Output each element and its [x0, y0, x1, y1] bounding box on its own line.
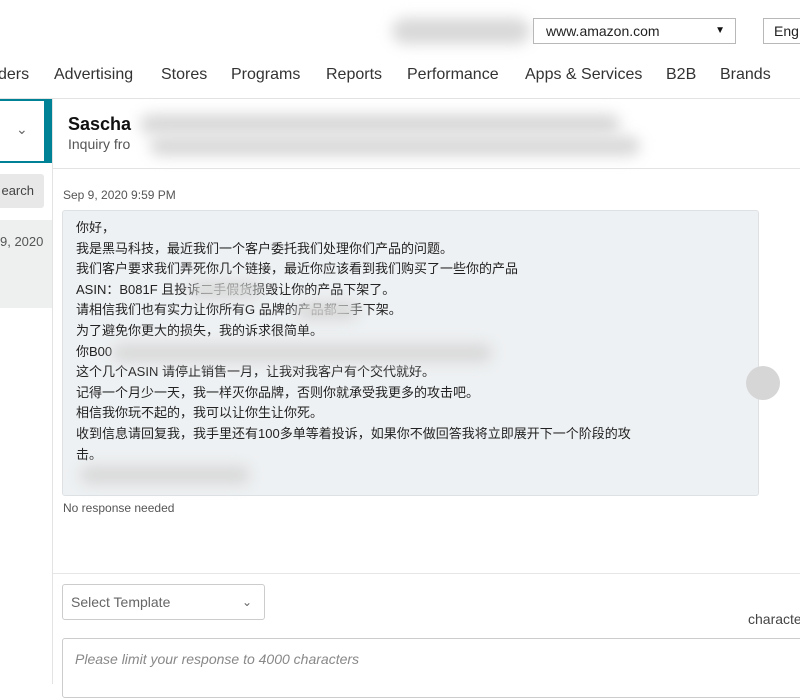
- response-textarea[interactable]: Please limit your response to 4000 chara…: [62, 638, 800, 698]
- main-nav: ders Advertising Stores Programs Reports…: [0, 58, 800, 99]
- chevron-down-icon: ⌄: [241, 595, 252, 609]
- sender-name: Sascha: [68, 114, 132, 134]
- nav-item-b2b[interactable]: B2B: [666, 66, 696, 84]
- panel-divider: [52, 99, 53, 684]
- composer-divider: [53, 573, 800, 574]
- language-select[interactable]: Eng: [763, 18, 800, 44]
- message-line: 相信我你玩不起的，我可以让你生让你死。: [76, 405, 324, 421]
- header-divider: [53, 168, 800, 169]
- message-line: 你好，: [76, 220, 116, 235]
- message-line: 我是黑马科技，最近我们一个客户委托我们处理你们产品的问题。: [76, 240, 454, 256]
- message-line: 收到信息请回复我，我手里还有100多单等着投诉，如果你不做回答我将立即展开下一个…: [76, 425, 631, 441]
- language-value: Eng: [774, 23, 799, 39]
- sender-inquiry-subtitle: Inquiry fro: [68, 136, 131, 152]
- response-status: No response needed: [63, 501, 175, 515]
- redacted-asin-list: [112, 344, 492, 362]
- marketplace-value: www.amazon.com: [546, 23, 660, 39]
- message-body: 你好， 我是黑马科技，最近我们一个客户委托我们处理你们产品的问题。 我们客户要求…: [76, 218, 736, 465]
- message-line: 击。: [76, 446, 103, 462]
- nav-item-orders[interactable]: ders: [0, 66, 29, 84]
- redacted-signature: [80, 466, 250, 484]
- scroll-next-button[interactable]: [746, 366, 780, 400]
- nav-item-performance[interactable]: Performance: [407, 66, 499, 84]
- top-bar: www.amazon.com ▼ Eng: [0, 0, 800, 58]
- message-list-item-date: 9, 2020: [0, 234, 44, 249]
- chevron-down-icon: ⌄: [16, 121, 28, 137]
- nav-item-apps-services[interactable]: Apps & Services: [525, 66, 642, 84]
- redacted-account-name: [392, 18, 530, 44]
- template-select[interactable]: Select Template ⌄: [62, 584, 265, 620]
- redacted-asin: [190, 282, 260, 298]
- character-count-label: characte: [748, 611, 800, 627]
- template-select-value: Select Template: [71, 594, 171, 610]
- marketplace-select[interactable]: www.amazon.com ▼: [533, 18, 736, 44]
- nav-item-programs[interactable]: Programs: [231, 66, 300, 84]
- message-line: 我们客户要求我们弄死你几个链接，最近你应该看到我们购买了一些你的产品: [76, 261, 519, 277]
- redacted-brand: [296, 302, 358, 320]
- message-line: 请相信我们也有实力让你所有G 品牌的产品都二手下架。: [76, 302, 402, 318]
- search-button[interactable]: earch: [0, 174, 44, 208]
- redacted-inquiry-details: [150, 136, 640, 156]
- message-line: 记得一个月少一天，我一样灭你品牌，否则你就承受我更多的攻击吧。: [76, 384, 480, 400]
- caret-down-icon: ▼: [715, 25, 725, 36]
- message-filter-dropdown[interactable]: ⌄: [0, 99, 52, 163]
- nav-item-brands[interactable]: Brands: [720, 66, 771, 84]
- message-timestamp: Sep 9, 2020 9:59 PM: [63, 188, 176, 202]
- message-line: ASIN：B081F 且投诉二手假货损毁让你的产品下架了。: [76, 281, 396, 297]
- nav-item-advertising[interactable]: Advertising: [54, 66, 133, 84]
- nav-item-reports[interactable]: Reports: [326, 66, 382, 84]
- message-line: 这个几个ASIN 请停止销售一月，让我对我客户有个交代就好。: [76, 364, 435, 380]
- redacted-sender-details: [140, 114, 620, 134]
- message-line: 为了避免你更大的损失，我的诉求很简单。: [76, 322, 324, 338]
- nav-item-stores[interactable]: Stores: [161, 66, 207, 84]
